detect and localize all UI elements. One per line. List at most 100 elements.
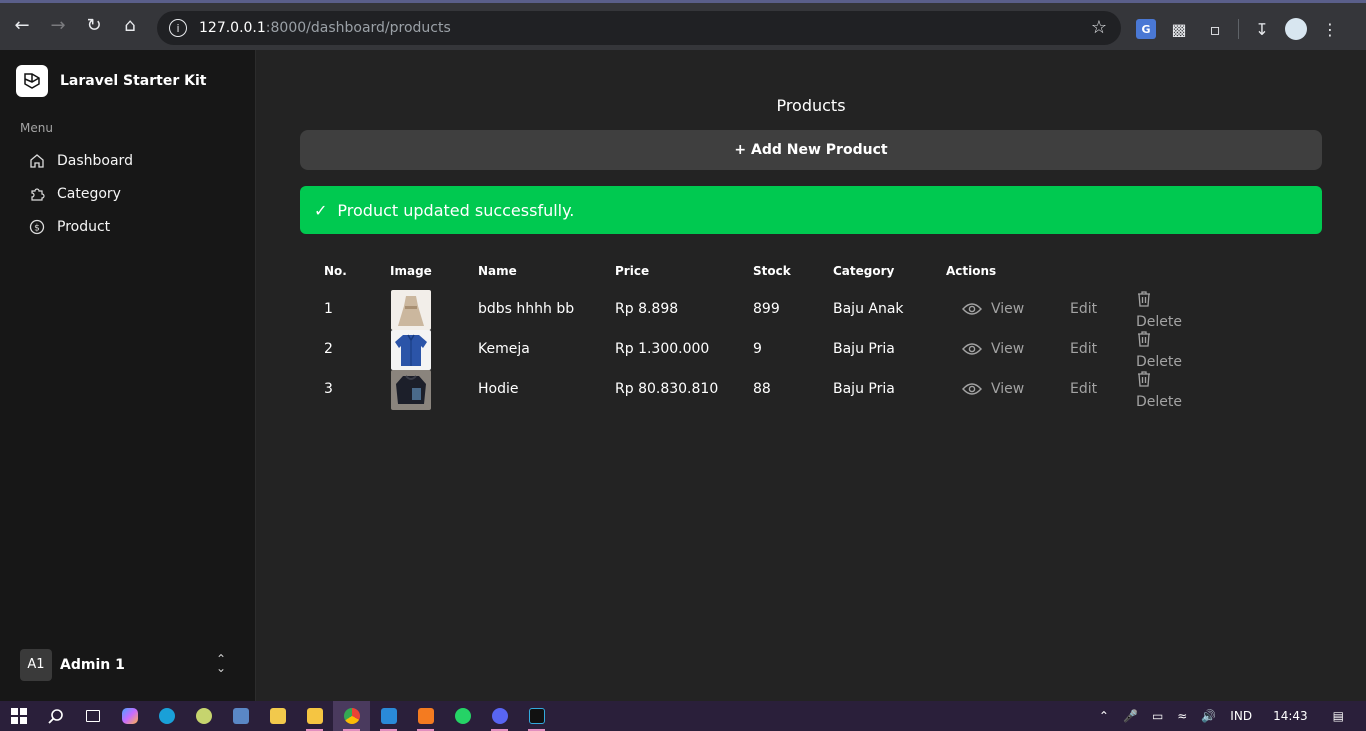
- app-icon[interactable]: [222, 701, 259, 731]
- file-explorer-icon[interactable]: [296, 701, 333, 731]
- terminal-icon[interactable]: [518, 701, 555, 731]
- column-header: Category: [833, 264, 895, 278]
- delete-button[interactable]: Delete: [1136, 290, 1196, 330]
- address-bar[interactable]: i 127.0.0.1:8000/dashboard/products ☆: [157, 11, 1121, 45]
- whatsapp-icon[interactable]: [444, 701, 481, 731]
- download-icon[interactable]: ↧: [1249, 16, 1275, 42]
- svg-text:$: $: [34, 223, 40, 233]
- trash-icon: [1138, 331, 1150, 347]
- eye-icon: [962, 383, 982, 395]
- view-button[interactable]: View: [962, 301, 1024, 317]
- edit-button[interactable]: Edit: [1070, 341, 1097, 357]
- main-content: Products + Add New Product ✓ Product upd…: [256, 50, 1366, 701]
- table-row: 3 Hodie Rp 80.830.810 88 Baju Pria View …: [300, 370, 1322, 410]
- product-image: [391, 330, 431, 370]
- taskbar: ⌃ 🎤 ▭ ≈ 🔊 IND 14:43 ▤: [0, 701, 1366, 731]
- brand[interactable]: Laravel Starter Kit: [16, 65, 206, 97]
- product-category: Baju Anak: [833, 301, 904, 317]
- dollar-circle-icon: $: [28, 218, 46, 236]
- microphone-icon[interactable]: 🎤: [1123, 709, 1138, 723]
- table-row: 2 Kemeja Rp 1.300.000 9 Baju Pria View E…: [300, 330, 1322, 370]
- column-header: Price: [615, 264, 650, 278]
- sidebar-item-category[interactable]: Category: [20, 177, 240, 210]
- avatar: A1: [20, 648, 52, 681]
- product-image: [391, 370, 431, 410]
- view-button[interactable]: View: [962, 341, 1024, 357]
- edit-button[interactable]: Edit: [1070, 301, 1097, 317]
- vscode-icon[interactable]: [370, 701, 407, 731]
- trash-icon: [1138, 291, 1150, 307]
- chevron-updown-icon[interactable]: ⌃ ⌄: [216, 653, 226, 674]
- toolbar-divider: [1238, 19, 1239, 39]
- product-image: [391, 290, 431, 330]
- check-icon: ✓: [314, 200, 328, 220]
- column-header: Actions: [946, 264, 997, 278]
- language-indicator[interactable]: IND: [1230, 709, 1252, 723]
- view-label: View: [991, 381, 1025, 397]
- product-category: Baju Pria: [833, 381, 895, 397]
- copilot-icon[interactable]: [111, 701, 148, 731]
- media-extension-icon[interactable]: ▩: [1166, 16, 1192, 42]
- home-browser-icon[interactable]: ⌂: [112, 7, 148, 43]
- translate-extension-icon[interactable]: G: [1136, 19, 1156, 39]
- site-info-icon[interactable]: i: [169, 19, 187, 37]
- page-title: Products: [776, 96, 846, 115]
- notification-icon[interactable]: ▤: [1333, 709, 1344, 723]
- column-header: Stock: [753, 264, 791, 278]
- store-icon[interactable]: [259, 701, 296, 731]
- table-row: 1 bdbs hhhh bb Rp 8.898 899 Baju Anak Vi…: [300, 290, 1322, 330]
- laravel-logo-icon: [16, 65, 48, 97]
- sidebar-item-label: Product: [57, 218, 111, 235]
- user-name: Admin 1: [60, 656, 125, 673]
- view-button[interactable]: View: [962, 381, 1024, 397]
- sidebar-item-product[interactable]: $ Product: [20, 210, 240, 243]
- back-icon[interactable]: ←: [4, 7, 40, 43]
- product-stock: 88: [753, 381, 771, 397]
- discord-icon[interactable]: [481, 701, 518, 731]
- forward-icon[interactable]: →: [40, 7, 76, 43]
- product-price: Rp 1.300.000: [615, 341, 710, 357]
- profile-avatar[interactable]: [1285, 18, 1307, 40]
- chevron-up-icon[interactable]: ⌃: [1099, 709, 1109, 723]
- row-number: 1: [324, 301, 333, 317]
- url-text[interactable]: 127.0.0.1:8000/dashboard/products: [199, 20, 451, 36]
- success-alert: ✓ Product updated successfully.: [300, 186, 1322, 234]
- row-number: 3: [324, 381, 333, 397]
- sidebar-item-label: Category: [57, 185, 121, 202]
- delete-button[interactable]: Delete: [1136, 370, 1196, 410]
- product-price: Rp 80.830.810: [615, 381, 719, 397]
- delete-button[interactable]: Delete: [1136, 330, 1196, 370]
- sidebar-item-label: Dashboard: [57, 152, 133, 169]
- volume-icon[interactable]: 🔊: [1201, 709, 1216, 723]
- edit-button[interactable]: Edit: [1070, 381, 1097, 397]
- column-header: No.: [324, 264, 347, 278]
- search-icon[interactable]: [37, 701, 74, 731]
- edge-icon[interactable]: [148, 701, 185, 731]
- product-stock: 899: [753, 301, 780, 317]
- kebab-menu-icon[interactable]: ⋮: [1317, 16, 1343, 42]
- delete-label: Delete: [1136, 394, 1182, 410]
- bookmark-star-icon[interactable]: ☆: [1091, 17, 1107, 38]
- clock[interactable]: 14:43: [1273, 709, 1308, 723]
- column-header: Image: [390, 264, 432, 278]
- reload-icon[interactable]: ↻: [76, 7, 112, 43]
- delete-label: Delete: [1136, 354, 1182, 370]
- sidebar: Laravel Starter Kit Menu Dashboard Categ…: [0, 50, 256, 701]
- xampp-icon[interactable]: [407, 701, 444, 731]
- app-icon[interactable]: [185, 701, 222, 731]
- product-category: Baju Pria: [833, 341, 895, 357]
- sidebar-item-dashboard[interactable]: Dashboard: [20, 144, 240, 177]
- column-header: Name: [478, 264, 517, 278]
- task-view-icon[interactable]: [74, 701, 111, 731]
- add-product-button[interactable]: + Add New Product: [300, 130, 1322, 170]
- sidebar-menu: Dashboard Category $ Product: [20, 144, 240, 243]
- battery-icon[interactable]: ▭: [1152, 709, 1163, 723]
- product-name: Hodie: [478, 381, 519, 397]
- chrome-icon[interactable]: [333, 701, 370, 731]
- view-label: View: [991, 341, 1025, 357]
- wifi-icon[interactable]: ≈: [1177, 709, 1187, 723]
- product-name: Kemeja: [478, 341, 530, 357]
- user-menu[interactable]: A1 Admin 1 ⌃ ⌄: [20, 648, 236, 681]
- puzzle-extensions-icon[interactable]: ▫: [1202, 16, 1228, 42]
- windows-start-icon[interactable]: [0, 701, 37, 731]
